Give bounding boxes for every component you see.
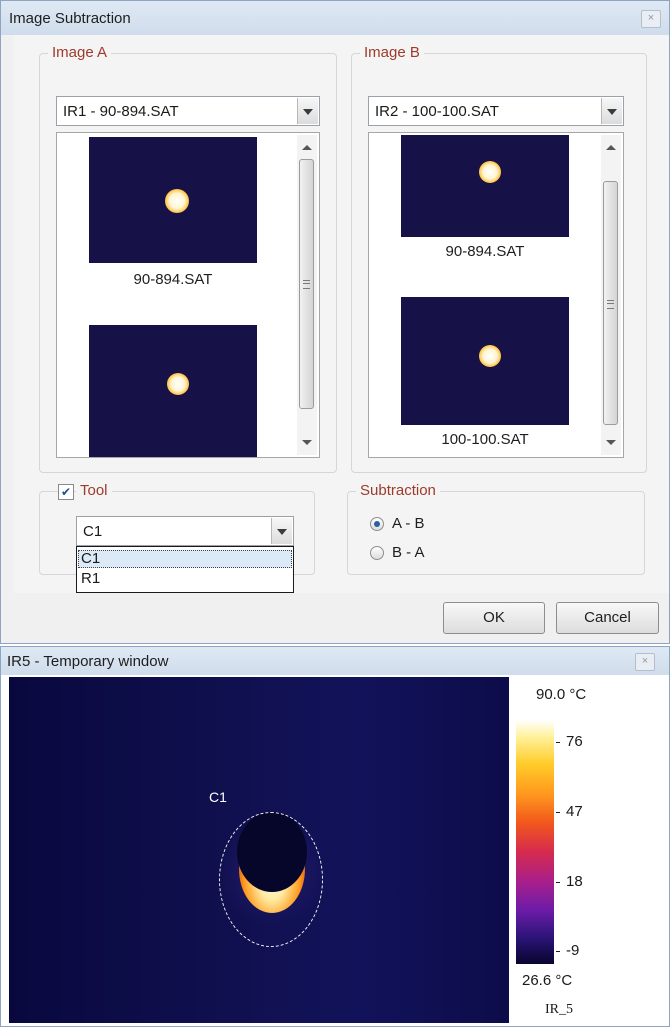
grip-icon <box>607 300 614 309</box>
image-b-scrollbar[interactable] <box>601 135 621 455</box>
image-b-group: Image B IR2 - 100-100.SAT 90-894.SAT 100… <box>351 44 647 473</box>
image-b-thumbnail-2[interactable] <box>401 297 569 425</box>
tool-option-r1[interactable]: R1 <box>78 570 292 588</box>
ir-result-image[interactable]: C1 <box>9 677 509 1023</box>
image-a-label: Image A <box>48 44 112 62</box>
tool-select[interactable]: C1 <box>76 516 294 546</box>
cancel-button[interactable]: Cancel <box>556 602 659 634</box>
image-b-select[interactable]: IR2 - 100-100.SAT <box>368 96 624 126</box>
tool-select-value: C1 <box>83 523 103 540</box>
tool-dropdown-list[interactable]: C1 R1 <box>76 546 294 593</box>
image-b-thumbnail-2-caption: 100-100.SAT <box>441 431 529 448</box>
colorbar-tick <box>556 951 560 952</box>
hot-spot <box>165 189 189 213</box>
colorbar-tick-label: 18 <box>566 873 583 890</box>
ok-button[interactable]: OK <box>443 602 545 634</box>
tool-option-c1[interactable]: C1 <box>78 550 292 568</box>
scroll-up-icon[interactable] <box>302 145 312 150</box>
image-b-thumbnail-1[interactable] <box>401 135 569 237</box>
dialog-close-button[interactable]: × <box>641 10 661 28</box>
colorbar-tick <box>556 742 560 743</box>
image-a-thumbnail-2[interactable] <box>89 325 257 457</box>
image-b-dropdown-button[interactable] <box>601 98 622 124</box>
scrollbar-thumb[interactable] <box>299 159 314 409</box>
temp-window-titlebar[interactable]: IR5 - Temporary window × <box>1 647 669 675</box>
image-subtraction-dialog: Image Subtraction × Image A IR1 - 90-894… <box>0 0 670 644</box>
image-b-label: Image B <box>360 44 424 62</box>
grip-icon <box>303 280 310 289</box>
scroll-down-icon[interactable] <box>606 440 616 445</box>
colorbar-tick-label: 47 <box>566 803 583 820</box>
colorbar-tick <box>556 812 560 813</box>
radio-b-minus-a[interactable] <box>370 546 384 560</box>
tool-checkbox[interactable]: ✔ <box>58 484 74 500</box>
image-b-thumbnail-1-caption: 90-894.SAT <box>445 243 525 260</box>
chevron-down-icon <box>277 529 287 535</box>
close-icon: × <box>641 655 649 667</box>
temp-window-title: IR5 - Temporary window <box>7 653 169 670</box>
image-a-group: Image A IR1 - 90-894.SAT 90-894.SAT <box>39 44 337 473</box>
temp-window-close-button[interactable]: × <box>635 653 655 671</box>
tool-label: Tool <box>76 482 112 500</box>
radio-a-minus-b[interactable] <box>370 517 384 531</box>
hot-spot <box>479 345 501 367</box>
tool-dropdown-button[interactable] <box>271 518 292 544</box>
dialog-body: Image A IR1 - 90-894.SAT 90-894.SAT Imag… <box>13 35 669 593</box>
radio-a-minus-b-label[interactable]: A - B <box>392 515 425 532</box>
dialog-title: Image Subtraction <box>9 10 131 27</box>
image-a-thumbnail-1-caption: 90-894.SAT <box>133 271 213 288</box>
image-a-thumbnail-1[interactable] <box>89 137 257 263</box>
roi-label: C1 <box>209 789 227 805</box>
hot-spot <box>479 161 501 183</box>
colorbar-tick <box>556 882 560 883</box>
image-a-select[interactable]: IR1 - 90-894.SAT <box>56 96 320 126</box>
chevron-down-icon <box>607 109 617 115</box>
radio-b-minus-a-label[interactable]: B - A <box>392 544 425 561</box>
scrollbar-thumb[interactable] <box>603 181 618 425</box>
close-icon: × <box>647 12 655 24</box>
chevron-down-icon <box>303 109 313 115</box>
colorbar-tick-label: 76 <box>566 733 583 750</box>
subtraction-group: Subtraction A - B B - A <box>347 482 645 575</box>
image-a-select-value: IR1 - 90-894.SAT <box>63 103 179 120</box>
colorbar-unit-label: IR_5 <box>545 1002 573 1017</box>
hot-spot <box>167 373 189 395</box>
image-a-thumbnail-list[interactable]: 90-894.SAT <box>56 132 320 458</box>
subtraction-label: Subtraction <box>356 482 440 500</box>
colorbar <box>516 720 554 964</box>
image-b-select-value: IR2 - 100-100.SAT <box>375 103 499 120</box>
scroll-down-icon[interactable] <box>302 440 312 445</box>
dialog-titlebar[interactable]: Image Subtraction × <box>1 1 669 35</box>
temporary-window: IR5 - Temporary window × C1 <box>0 646 670 1027</box>
image-a-scrollbar[interactable] <box>297 135 317 455</box>
check-icon: ✔ <box>60 485 72 499</box>
colorbar-max-label: 90.0 °C <box>536 686 587 703</box>
scroll-up-icon[interactable] <box>606 145 616 150</box>
colorbar-tick-label: -9 <box>566 942 580 959</box>
image-b-thumbnail-list[interactable]: 90-894.SAT 100-100.SAT <box>368 132 624 458</box>
roi-ellipse-c1[interactable] <box>219 812 323 947</box>
colorbar-min-label: 26.6 °C <box>522 972 573 989</box>
image-a-dropdown-button[interactable] <box>297 98 318 124</box>
